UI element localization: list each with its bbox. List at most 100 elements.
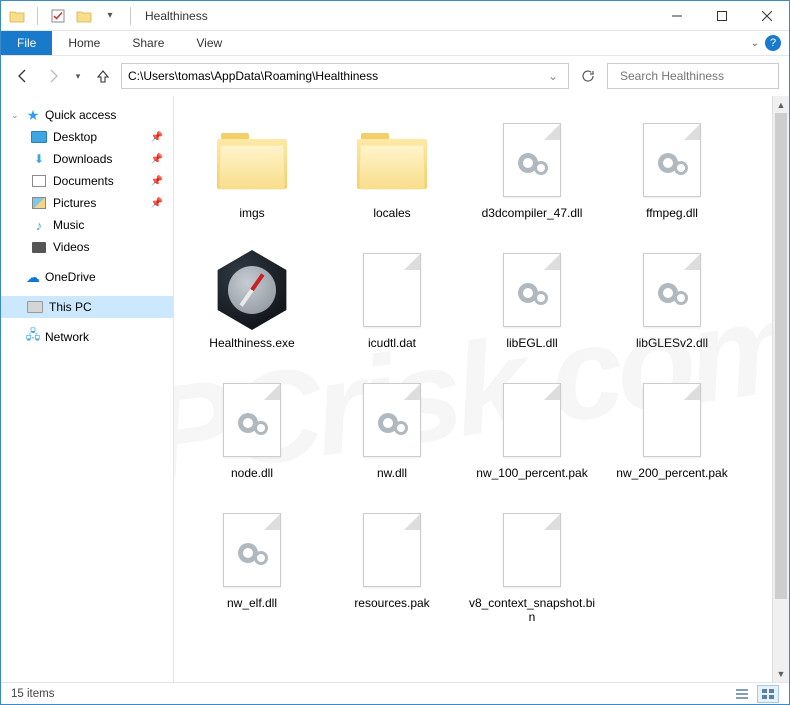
onedrive-group[interactable]: › ☁ OneDrive xyxy=(1,266,173,288)
files-pane[interactable]: PCrisk.com imgslocalesd3dcompiler_47.dll… xyxy=(174,96,772,682)
sidebar-item-pictures[interactable]: Pictures 📌 xyxy=(1,192,173,214)
scroll-track[interactable] xyxy=(773,113,789,665)
sidebar-item-videos[interactable]: Videos xyxy=(1,236,173,258)
scroll-down-button[interactable]: ▼ xyxy=(773,665,789,682)
nav-pane: ⌄ ★ Quick access Desktop 📌 ⬇ Downloads 📌… xyxy=(1,96,174,682)
forward-button[interactable] xyxy=(41,64,65,88)
sidebar-item-downloads[interactable]: ⬇ Downloads 📌 xyxy=(1,148,173,170)
dll-file-icon xyxy=(363,383,421,457)
dll-file-icon xyxy=(223,383,281,457)
vertical-scrollbar[interactable]: ▲ ▼ xyxy=(772,96,789,682)
pin-icon: 📌 xyxy=(151,132,163,143)
refresh-button[interactable] xyxy=(575,63,601,89)
file-item[interactable]: node.dll xyxy=(182,370,322,500)
recent-dropdown[interactable]: ▾ xyxy=(71,64,85,88)
file-item[interactable]: icudtl.dat xyxy=(322,240,462,370)
up-button[interactable] xyxy=(91,64,115,88)
search-box[interactable] xyxy=(607,63,779,89)
folder-icon xyxy=(7,6,27,26)
scroll-thumb[interactable] xyxy=(775,113,787,599)
file-label: libEGL.dll xyxy=(506,336,557,350)
address-input[interactable] xyxy=(128,69,544,83)
file-label: nw_100_percent.pak xyxy=(476,466,587,480)
navbar: ▾ ⌄ xyxy=(1,56,789,96)
file-label: locales xyxy=(373,206,410,220)
file-label: imgs xyxy=(239,206,264,220)
file-item[interactable]: v8_context_snapshot.bin xyxy=(462,500,602,630)
videos-icon xyxy=(31,239,47,255)
chevron-down-icon: ⌄ xyxy=(11,110,21,121)
item-count: 15 items xyxy=(11,688,54,700)
sidebar-item-label: Music xyxy=(53,218,84,232)
computer-icon xyxy=(27,299,43,315)
sidebar-item-documents[interactable]: Documents 📌 xyxy=(1,170,173,192)
ribbon-expand-icon[interactable]: ⌄ xyxy=(751,38,759,49)
folder-icon xyxy=(217,131,287,189)
sidebar-item-desktop[interactable]: Desktop 📌 xyxy=(1,126,173,148)
details-view-button[interactable] xyxy=(731,685,753,703)
minimize-button[interactable] xyxy=(654,1,699,30)
file-item[interactable]: ffmpeg.dll xyxy=(602,110,742,240)
file-label: v8_context_snapshot.bin xyxy=(467,596,597,625)
file-item[interactable]: libEGL.dll xyxy=(462,240,602,370)
back-button[interactable] xyxy=(11,64,35,88)
music-icon: ♪ xyxy=(31,217,47,233)
file-label: nw_elf.dll xyxy=(227,596,277,610)
dll-file-icon xyxy=(643,253,701,327)
folder-small-icon[interactable] xyxy=(74,6,94,26)
file-icon xyxy=(363,513,421,587)
downloads-icon: ⬇ xyxy=(31,151,47,167)
quick-access-group[interactable]: ⌄ ★ Quick access xyxy=(1,104,173,126)
qat-overflow-icon[interactable]: ▾ xyxy=(100,6,120,26)
sidebar-item-label: Pictures xyxy=(53,196,96,210)
file-item[interactable]: d3dcompiler_47.dll xyxy=(462,110,602,240)
search-input[interactable] xyxy=(620,69,775,83)
scroll-up-button[interactable]: ▲ xyxy=(773,96,789,113)
compass-app-icon xyxy=(212,250,292,330)
file-item[interactable]: resources.pak xyxy=(322,500,462,630)
file-label: ffmpeg.dll xyxy=(646,206,698,220)
quick-access-label: Quick access xyxy=(45,108,116,122)
dll-file-icon xyxy=(223,513,281,587)
qat-checkbox-icon[interactable] xyxy=(48,6,68,26)
file-item[interactable]: nw_elf.dll xyxy=(182,500,322,630)
file-label: icudtl.dat xyxy=(368,336,416,350)
file-icon xyxy=(643,383,701,457)
ribbon-tabs: File Home Share View ⌄ ? xyxy=(1,31,789,56)
file-item[interactable]: nw.dll xyxy=(322,370,462,500)
star-icon: ★ xyxy=(25,107,41,123)
tab-share[interactable]: Share xyxy=(116,31,180,55)
file-item[interactable]: Healthiness.exe xyxy=(182,240,322,370)
address-bar[interactable]: ⌄ xyxy=(121,63,569,89)
network-group[interactable]: › 🖧 Network xyxy=(1,326,173,348)
dll-file-icon xyxy=(503,253,561,327)
file-item[interactable]: imgs xyxy=(182,110,322,240)
tab-home[interactable]: Home xyxy=(52,31,116,55)
onedrive-label: OneDrive xyxy=(45,270,96,284)
window-title: Healthiness xyxy=(141,9,208,23)
sidebar-item-label: Videos xyxy=(53,240,89,254)
separator xyxy=(130,7,131,25)
file-tab[interactable]: File xyxy=(1,31,52,55)
sidebar-item-label: Documents xyxy=(53,174,114,188)
close-button[interactable] xyxy=(744,1,789,30)
file-item[interactable]: nw_100_percent.pak xyxy=(462,370,602,500)
maximize-button[interactable] xyxy=(699,1,744,30)
pin-icon: 📌 xyxy=(151,176,163,187)
cloud-icon: ☁ xyxy=(25,269,41,285)
dll-file-icon xyxy=(643,123,701,197)
pictures-icon xyxy=(31,195,47,211)
file-item[interactable]: locales xyxy=(322,110,462,240)
file-label: nw_200_percent.pak xyxy=(616,466,727,480)
file-item[interactable]: libGLESv2.dll xyxy=(602,240,742,370)
help-icon[interactable]: ? xyxy=(765,35,781,51)
sidebar-item-music[interactable]: ♪ Music xyxy=(1,214,173,236)
address-dropdown-icon[interactable]: ⌄ xyxy=(544,69,562,83)
file-label: d3dcompiler_47.dll xyxy=(482,206,583,220)
tiles-view-button[interactable] xyxy=(757,685,779,703)
thispc-group[interactable]: › This PC xyxy=(1,296,173,318)
tab-view[interactable]: View xyxy=(180,31,238,55)
file-item[interactable]: nw_200_percent.pak xyxy=(602,370,742,500)
folder-icon xyxy=(357,131,427,189)
titlebar: ▾ Healthiness xyxy=(1,1,789,31)
